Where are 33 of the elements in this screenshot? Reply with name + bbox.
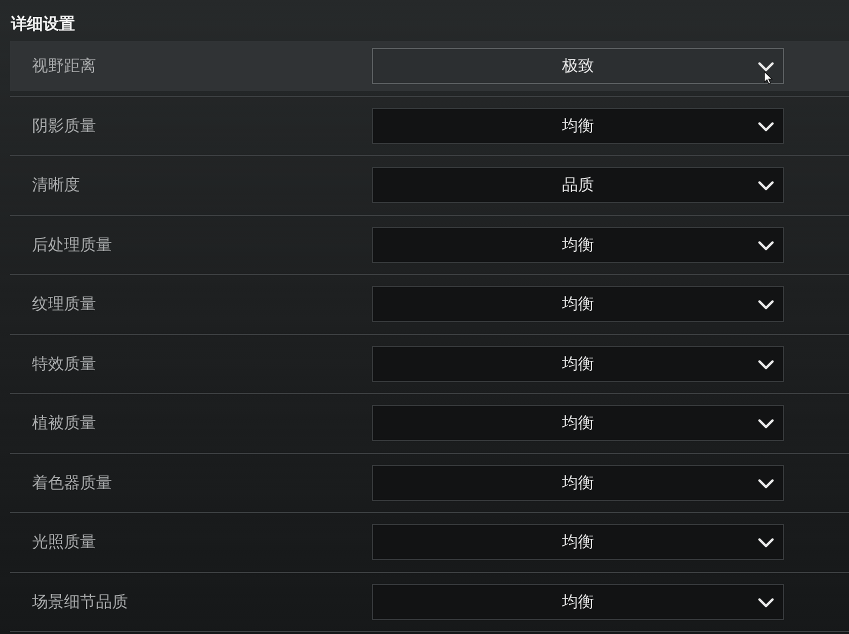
setting-label: 清晰度 <box>31 174 81 196</box>
dropdown[interactable]: 极致 <box>372 48 784 84</box>
mouse-cursor-icon <box>764 71 773 86</box>
setting-label: 光照质量 <box>31 531 97 554</box>
setting-label: 植被质量 <box>31 412 97 434</box>
chevron-down-icon <box>758 360 774 370</box>
chevron-down-icon <box>758 300 774 310</box>
dropdown[interactable]: 均衡 <box>372 286 784 322</box>
dropdown[interactable]: 均衡 <box>372 584 784 620</box>
setting-label: 后处理质量 <box>31 234 113 256</box>
chevron-down-icon <box>758 240 774 251</box>
chevron-down-icon <box>758 122 774 132</box>
dropdown[interactable]: 均衡 <box>372 108 784 144</box>
dropdown[interactable]: 均衡 <box>372 524 784 560</box>
chevron-down-icon <box>758 181 774 192</box>
dropdown[interactable]: 均衡 <box>372 226 784 263</box>
setting-label: 着色器质量 <box>31 472 113 494</box>
chevron-down-icon <box>758 598 774 608</box>
chevron-down-icon <box>758 62 774 72</box>
dropdown[interactable]: 品质 <box>372 167 784 204</box>
setting-label: 特效质量 <box>31 352 97 375</box>
dropdown[interactable]: 均衡 <box>372 346 784 382</box>
setting-label: 视野距离 <box>31 55 97 78</box>
section-title: 详细设置 <box>11 16 75 32</box>
dropdown[interactable]: 均衡 <box>372 464 784 501</box>
setting-label: 纹理质量 <box>31 293 97 316</box>
dropdown[interactable]: 均衡 <box>372 405 784 442</box>
setting-row-highlight[interactable]: 视野距离 极致 <box>10 41 849 92</box>
setting-label: 阴影质量 <box>31 114 97 137</box>
chevron-down-icon <box>758 538 774 548</box>
setting-label: 场景细节品质 <box>31 590 129 613</box>
chevron-down-icon <box>758 478 774 489</box>
chevron-down-icon <box>758 419 774 430</box>
